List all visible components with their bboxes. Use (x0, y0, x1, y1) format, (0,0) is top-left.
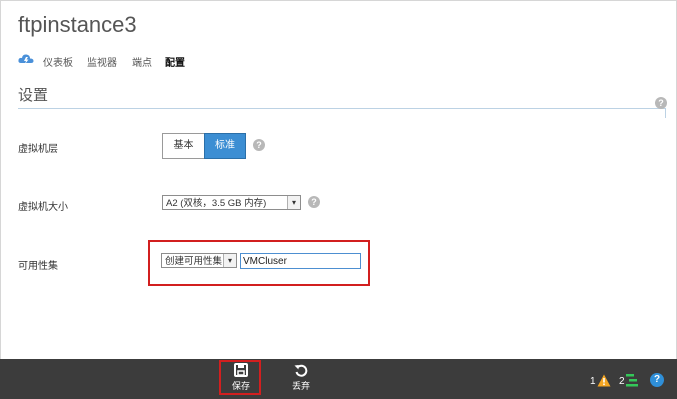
dropdown-arrow-icon: ▾ (287, 196, 300, 209)
tier-standard-button[interactable]: 标准 (204, 133, 246, 159)
tier-label: 虚拟机层 (18, 144, 58, 155)
tier-selector: 基本 标准 (162, 133, 246, 159)
tab-monitor[interactable]: 监视器 (87, 54, 117, 69)
tab-endpoints[interactable]: 端点 (132, 54, 152, 69)
tab-configure[interactable]: 配置 (165, 54, 185, 69)
availability-set-name-input[interactable] (240, 253, 361, 269)
size-label: 虚拟机大小 (18, 202, 68, 213)
section-title: 设置 (18, 87, 49, 104)
cloud-icon (18, 52, 34, 66)
discard-button[interactable]: 丢弃 (286, 363, 316, 392)
help-icon[interactable]: ? (308, 196, 320, 208)
availability-mode-value: 创建可用性集 (165, 256, 223, 267)
discard-label: 丢弃 (291, 381, 310, 391)
help-icon[interactable]: ? (253, 139, 265, 151)
tier-basic-button[interactable]: 基本 (163, 134, 205, 158)
highlight-box-save (219, 360, 261, 395)
progress-icon[interactable] (626, 374, 640, 392)
size-value: A2 (双核，3.5 GB 内存) (166, 198, 267, 209)
availability-label: 可用性集 (18, 261, 58, 272)
dropdown-arrow-icon: ▾ (223, 254, 236, 267)
section-divider (18, 108, 666, 109)
command-bar (0, 359, 677, 399)
availability-mode-dropdown[interactable]: 创建可用性集 ▾ (161, 253, 237, 268)
warning-icon[interactable] (597, 374, 611, 392)
page-title: ftpinstance3 (18, 12, 137, 37)
warning-count: 1 (590, 376, 596, 387)
progress-count: 2 (619, 376, 625, 387)
tab-dashboard[interactable]: 仪表板 (43, 54, 73, 69)
help-icon[interactable]: ? (655, 97, 667, 109)
size-dropdown[interactable]: A2 (双核，3.5 GB 内存) ▾ (162, 195, 301, 210)
question-icon[interactable]: ? (650, 373, 664, 387)
undo-icon (294, 364, 308, 377)
section-divider-end (665, 108, 666, 118)
